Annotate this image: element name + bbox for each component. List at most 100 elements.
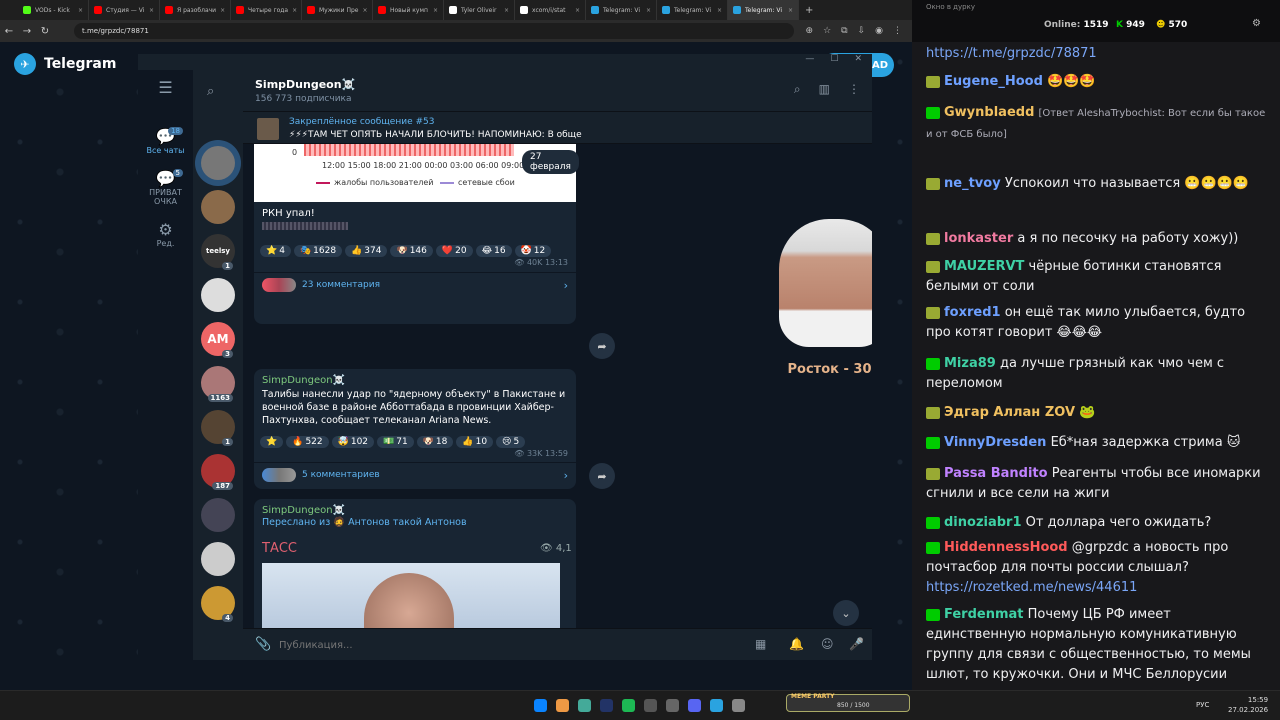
reaction-chip[interactable]: 🔥 522 [286, 436, 329, 448]
browser-tab[interactable]: Tyler Oliveir × [444, 0, 515, 20]
spotify-icon[interactable] [622, 699, 635, 712]
app-icon[interactable] [666, 699, 679, 712]
forward-icon[interactable]: → [18, 26, 36, 37]
tab-close-icon[interactable]: × [149, 7, 154, 14]
tab-close-icon[interactable]: × [646, 7, 651, 14]
forwarded-from[interactable]: Переслано из 🧔 Антонов такой Антонов [262, 517, 467, 528]
hamburger-menu-icon[interactable]: ☰ [138, 78, 193, 97]
more-icon[interactable]: ⋮ [848, 82, 860, 97]
browser-tab[interactable]: Четыре годa × [231, 0, 302, 20]
back-icon[interactable]: ← [0, 26, 18, 37]
chat-username[interactable]: Ferdenmat [944, 607, 1024, 622]
chat-avatar[interactable] [201, 278, 235, 312]
reaction-chip[interactable]: 👍 374 [345, 245, 388, 257]
folder-1[interactable]: 💬 ПРИВАТ ОЧКА 5 [138, 169, 193, 206]
browser-tab[interactable]: Telegram: Vi × [657, 0, 728, 20]
browser-tab[interactable]: Я разоблачи × [160, 0, 231, 20]
tab-close-icon[interactable]: × [717, 7, 722, 14]
chat-avatar[interactable]: 1 [201, 410, 235, 446]
telegram-logo[interactable]: ✈ Telegram [14, 53, 116, 75]
reaction-chip[interactable]: 💵 71 [377, 436, 414, 448]
scroll-down-button[interactable]: ⌄ [833, 600, 859, 626]
comments-link[interactable]: 5 комментариев › [262, 468, 568, 482]
reaction-chip[interactable]: 🤡 12 [514, 245, 552, 257]
emoji-icon[interactable]: ☺ [821, 637, 834, 651]
reaction-chip[interactable]: 👍 10 [456, 436, 494, 448]
pinned-message-bar[interactable]: Закреплённое сообщение #53 ⚡⚡⚡ТАМ ЧЕТ ОП… [243, 112, 872, 144]
discord-icon[interactable] [688, 699, 701, 712]
tab-close-icon[interactable]: × [78, 7, 83, 14]
chat-username[interactable]: lonkaster [944, 231, 1013, 246]
news-photo[interactable] [262, 563, 560, 628]
chat-username[interactable]: Эдгар Аллан ZOV [944, 405, 1075, 420]
chat-username[interactable]: ne_tvoy [944, 176, 1001, 191]
telegram-icon[interactable] [710, 699, 723, 712]
attach-icon[interactable]: 📎 [255, 637, 271, 652]
browser-tab[interactable]: Telegram: Vi × [586, 0, 657, 20]
steam-icon[interactable] [600, 699, 613, 712]
sidebar-toggle-icon[interactable]: ▥ [819, 82, 830, 97]
search-icon[interactable]: ⌕ [794, 82, 801, 97]
channel-header[interactable]: SimpDungeon☠️ 156 773 подписчика ⌕ ▥ ⋮ [243, 70, 872, 112]
tab-close-icon[interactable]: × [504, 7, 509, 14]
reaction-chip[interactable]: 🎭 1628 [293, 245, 343, 257]
tab-close-icon[interactable]: × [788, 7, 793, 14]
reaction-chip[interactable]: 🤯 102 [331, 436, 375, 448]
chat-avatar[interactable]: 1163 [201, 366, 235, 402]
reaction-chip[interactable]: ❤️ 20 [435, 245, 473, 257]
comments-link[interactable]: 23 комментария › [262, 278, 568, 292]
schedule-icon[interactable]: ▦ [755, 637, 766, 651]
reaction-chip[interactable]: 😂 16 [475, 245, 512, 257]
notifications-bell-icon[interactable]: 🔔 [789, 637, 804, 651]
chat-avatar[interactable]: 4 [201, 586, 235, 622]
chat-username[interactable]: dinoziabr1 [944, 515, 1022, 530]
tab-close-icon[interactable]: × [220, 7, 225, 14]
chat-username[interactable]: Passa Bandito [944, 466, 1048, 481]
chat-avatar[interactable] [201, 542, 235, 576]
tab-close-icon[interactable]: × [362, 7, 367, 14]
zoom-icon[interactable]: ⊕ [806, 26, 814, 36]
chat-username[interactable]: Gwynblaedd [944, 105, 1034, 120]
reload-icon[interactable]: ↻ [36, 26, 54, 37]
chat-username[interactable]: VinnyDresden [944, 435, 1046, 450]
browser-tab[interactable]: VODs - Kick × [18, 0, 89, 20]
new-tab-icon[interactable]: + [805, 5, 813, 16]
obs-icon[interactable] [644, 699, 657, 712]
chat-avatar[interactable] [201, 146, 235, 180]
share-button[interactable]: ➦ [589, 463, 615, 489]
chat-username[interactable]: Eugene_Hood [944, 74, 1043, 89]
reaction-chip[interactable]: 🐶 18 [416, 436, 454, 448]
reaction-chip[interactable]: ⭐ [260, 436, 284, 448]
browser-tab[interactable]: Новый кумп × [373, 0, 444, 20]
reaction-chip[interactable]: 🐶 146 [390, 245, 433, 257]
tab-close-icon[interactable]: × [575, 7, 580, 14]
extensions-icon[interactable]: ⧉ [841, 26, 847, 36]
video-thumbnail[interactable] [717, 213, 872, 347]
microphone-icon[interactable]: 🎤 [849, 637, 864, 651]
tab-close-icon[interactable]: × [433, 7, 438, 14]
browser-tab[interactable]: xcom/i/stat × [515, 0, 586, 20]
start-icon[interactable] [534, 699, 547, 712]
spoiler-block[interactable] [262, 222, 348, 230]
chat-username[interactable]: Miza89 [944, 356, 996, 371]
close-icon[interactable]: ✕ [854, 54, 862, 70]
reaction-chip[interactable]: 😢 5 [496, 436, 526, 448]
chat-username[interactable]: HiddennessHood [944, 540, 1068, 555]
download-icon[interactable]: ⇩ [858, 26, 866, 36]
app-icon[interactable] [578, 699, 591, 712]
chat-avatar[interactable]: 187 [201, 454, 235, 490]
minimize-icon[interactable]: — [805, 54, 814, 70]
url-field[interactable]: t.me/grpzdc/78871 [74, 23, 794, 39]
chat-avatar[interactable]: AM 3 [201, 322, 235, 358]
post-author[interactable]: SimpDungeon☠️ [262, 375, 345, 386]
menu-icon[interactable]: ⋮ [893, 26, 902, 36]
chat-link[interactable]: https://rozetked.me/news/44611 [926, 580, 1137, 595]
language-indicator[interactable]: РУС [1196, 701, 1209, 709]
chat-link[interactable]: https://t.me/grpzdc/78871 [926, 46, 1097, 61]
chat-avatar[interactable] [201, 498, 235, 532]
share-button[interactable]: ➦ [589, 333, 615, 359]
tab-close-icon[interactable]: × [292, 7, 297, 14]
folder-2[interactable]: ⚙ Ред. [138, 220, 193, 248]
reaction-chip[interactable]: ⭐ 4 [260, 245, 291, 257]
maximize-icon[interactable]: ☐ [830, 54, 838, 70]
